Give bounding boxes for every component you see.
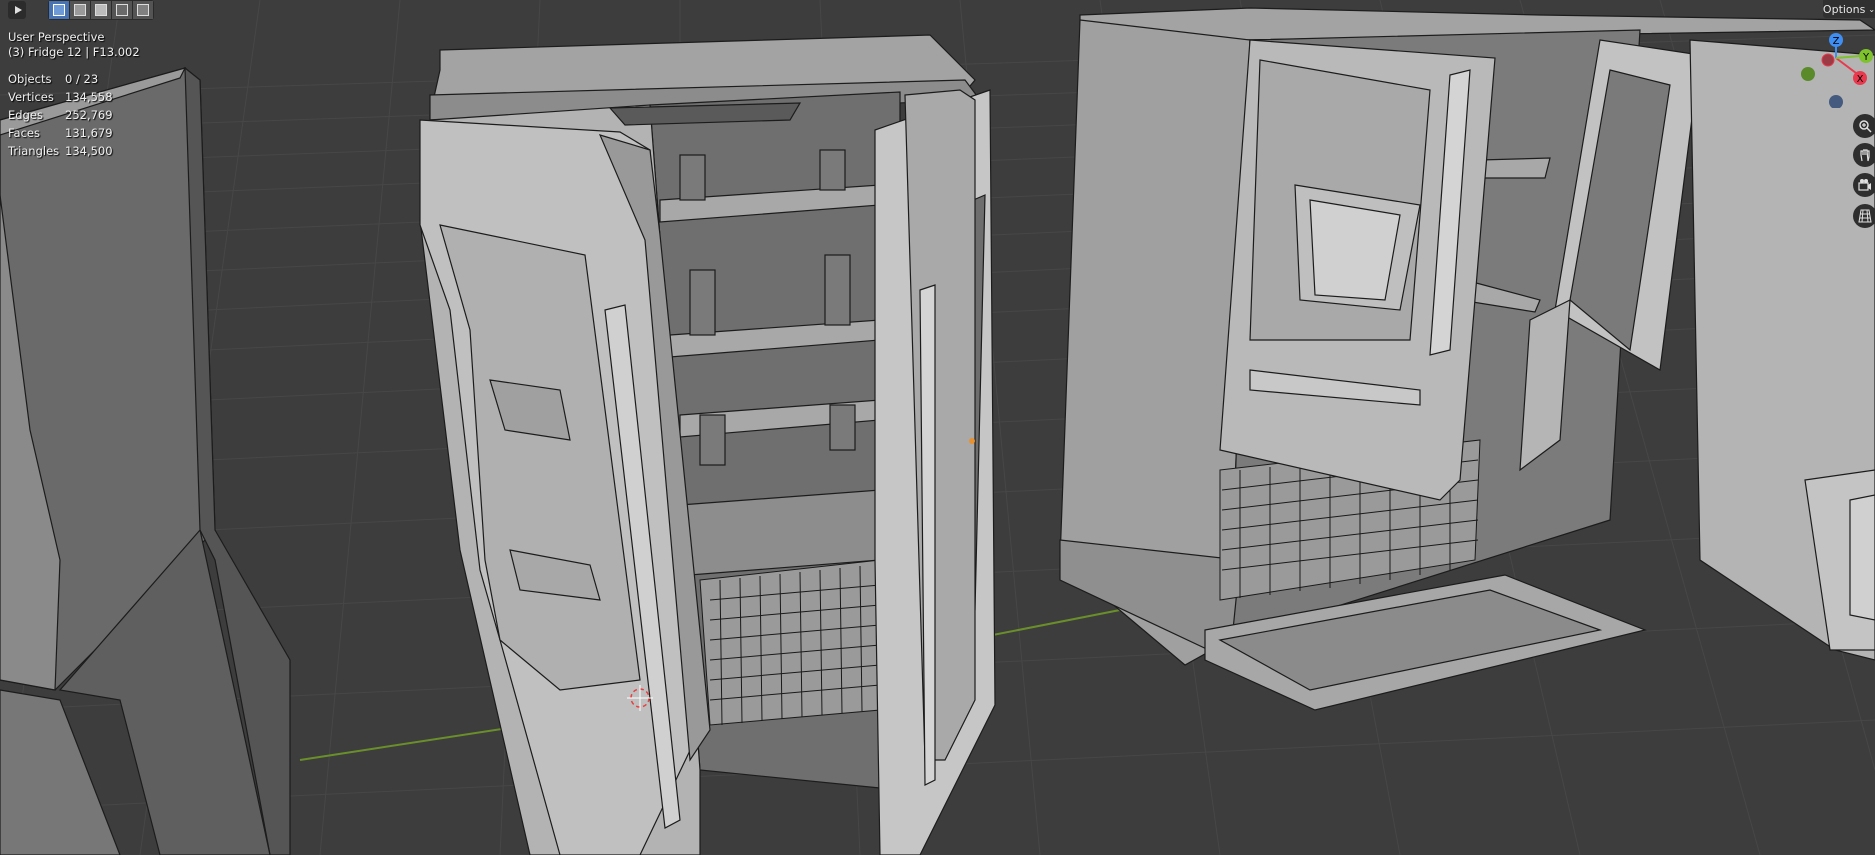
select-extend-button[interactable] (70, 1, 90, 19)
svg-text:X: X (1857, 74, 1864, 85)
gizmo-y-axis[interactable]: Y (1859, 49, 1873, 63)
select-new-icon (53, 4, 65, 16)
options-button[interactable]: Options ⌄ (1823, 0, 1875, 18)
select-extend-icon (74, 4, 86, 16)
select-cursor-icon (14, 6, 22, 14)
selected-vertex (969, 438, 975, 444)
select-subtract-icon (95, 4, 107, 16)
view-title: User Perspective (8, 30, 105, 44)
gizmo-neg-x[interactable] (1821, 53, 1835, 67)
select-intersect-button[interactable] (133, 1, 153, 19)
header-toolbar (8, 0, 154, 20)
camera-icon (1858, 179, 1871, 191)
fridge-middle[interactable] (419, 34, 996, 855)
options-label: Options (1822, 2, 1866, 16)
chevron-down-icon: ⌄ (1868, 4, 1875, 14)
select-intersect-icon (137, 4, 149, 16)
select-invert-button[interactable] (112, 1, 132, 19)
camera-button[interactable] (1853, 173, 1875, 197)
pan-button[interactable] (1853, 143, 1875, 167)
fridge-right[interactable] (1059, 7, 1875, 711)
perspective-toggle-button[interactable] (1853, 204, 1875, 228)
3d-scene[interactable] (0, 0, 1875, 855)
navigation-gizmo[interactable]: Z Y X (1798, 28, 1875, 108)
stat-label: Faces (8, 126, 40, 140)
gizmo-z-axis[interactable]: Z (1829, 33, 1843, 47)
zoom-button[interactable] (1853, 114, 1875, 138)
object-context: (3) Fridge 12 | F13.002 (8, 45, 140, 59)
select-cursor-button[interactable] (8, 1, 26, 19)
3d-viewport[interactable]: User Perspective (3) Fridge 12 | F13.002… (0, 0, 1875, 855)
fridge-left[interactable] (0, 66, 291, 855)
select-invert-icon (116, 4, 128, 16)
gizmo-neg-y[interactable] (1801, 67, 1815, 81)
scene-stats: Objects 0 / 23 Vertices 134,558 Edges 252,7… (8, 70, 140, 160)
gizmo-x-axis[interactable]: X (1853, 71, 1867, 85)
stat-value: 252,769 (65, 108, 113, 122)
svg-text:Y: Y (1862, 52, 1870, 63)
gizmo-neg-z[interactable] (1829, 95, 1843, 108)
select-new-button[interactable] (49, 1, 69, 19)
stat-value: 134,500 (65, 144, 113, 158)
svg-text:Z: Z (1833, 36, 1840, 47)
hand-pan-icon (1860, 149, 1870, 162)
zoom-icon (1859, 120, 1872, 133)
basket-middle (699, 559, 881, 726)
grid-icon (1858, 209, 1872, 223)
stat-value: 0 / 23 (65, 72, 99, 86)
selection-mode-group (48, 0, 154, 20)
stat-value: 134,558 (65, 90, 113, 104)
stat-label: Edges (8, 108, 43, 122)
viewport-overlay: User Perspective (3) Fridge 12 | F13.002… (8, 30, 140, 160)
stat-label: Vertices (8, 90, 54, 104)
stat-value: 131,679 (65, 126, 113, 140)
select-subtract-button[interactable] (91, 1, 111, 19)
stat-label: Triangles (8, 144, 60, 158)
stat-label: Objects (8, 72, 52, 86)
